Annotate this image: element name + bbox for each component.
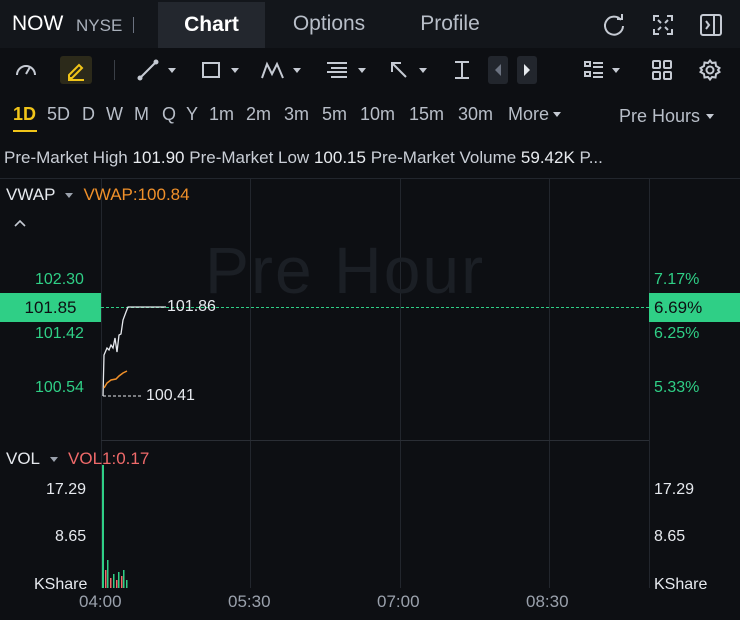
session-label: Pre Hours	[619, 106, 701, 126]
period-30m[interactable]: 30m	[458, 104, 493, 125]
chevron-down-icon	[706, 114, 715, 119]
period-5m[interactable]: 5m	[322, 104, 347, 125]
premarket-stats: Pre-Market High 101.90 Pre-Market Low 10…	[4, 148, 740, 168]
period-15m[interactable]: 15m	[409, 104, 444, 125]
vol-unit: KShare	[654, 576, 708, 593]
tab-options[interactable]: Options	[280, 2, 378, 46]
high-value: 101.90	[132, 148, 185, 167]
time-tick: 05:30	[228, 592, 271, 611]
panel-divider	[0, 178, 740, 179]
tab-profile[interactable]: Profile	[405, 2, 495, 46]
vol-tick: 17.29	[654, 481, 695, 498]
expand-icon[interactable]	[649, 11, 677, 39]
grid-line	[549, 178, 550, 588]
pen-icon[interactable]	[60, 56, 92, 84]
period-3m[interactable]: 3m	[284, 104, 309, 125]
low-label: Pre-Market Low	[189, 148, 310, 167]
session-dropdown[interactable]: Pre Hours	[619, 106, 715, 127]
vol-tick: 8.65	[654, 528, 686, 545]
high-marker-label: 101.86	[167, 298, 216, 315]
collapse-panel-icon[interactable]	[697, 11, 725, 39]
period-d[interactable]: D	[82, 104, 95, 125]
panel-divider	[101, 440, 649, 441]
price-tick: 100.54	[35, 379, 84, 396]
volume-bars	[102, 465, 128, 588]
drawing-toolbar	[0, 48, 740, 92]
line-tool-icon[interactable]	[134, 56, 178, 84]
divider	[133, 17, 134, 33]
more-periods-dropdown[interactable]: More	[508, 104, 562, 125]
chevron-down-icon	[65, 192, 74, 198]
layout-list-icon[interactable]	[578, 56, 624, 84]
pct-tick: 7.17%	[654, 271, 700, 288]
grid-icon[interactable]	[648, 56, 676, 84]
period-y[interactable]: Y	[186, 104, 198, 125]
current-price-badge: 101.85	[0, 293, 101, 322]
period-m[interactable]: M	[134, 104, 149, 125]
period-1m[interactable]: 1m	[209, 104, 234, 125]
period-1d[interactable]: 1D	[13, 104, 36, 125]
rectangle-tool-icon[interactable]	[196, 56, 242, 84]
time-tick: 07:00	[377, 592, 420, 611]
pattern-tool-icon[interactable]	[256, 56, 304, 84]
time-tick: 04:00	[79, 592, 122, 611]
tab-chart[interactable]: Chart	[158, 2, 265, 48]
period-w[interactable]: W	[106, 104, 123, 125]
vwap-indicator-header[interactable]: VWAP VWAP:100.84	[6, 185, 190, 205]
price-tick: 102.30	[35, 271, 84, 288]
vol-tick: 17.29	[46, 481, 87, 498]
truncated-text: P...	[579, 148, 603, 167]
grid-line	[649, 178, 650, 588]
volume-value: 59.42K	[520, 148, 575, 167]
refresh-icon[interactable]	[600, 11, 628, 39]
arrow-tool-icon[interactable]	[384, 56, 430, 84]
pct-tick: 5.33%	[654, 379, 700, 396]
indicator-name: VWAP	[6, 185, 56, 204]
chevron-down-icon	[50, 456, 59, 462]
period-2m[interactable]: 2m	[246, 104, 271, 125]
volume-label: Pre-Market Volume	[370, 148, 517, 167]
ticker-symbol: NOW	[12, 12, 64, 35]
vwap-value: VWAP:100.84	[83, 185, 190, 204]
low-value: 100.15	[313, 148, 366, 167]
period-5d[interactable]: 5D	[47, 104, 70, 125]
current-pct-badge: 6.69%	[649, 293, 740, 322]
more-label: More	[508, 104, 550, 124]
high-label: Pre-Market High	[4, 148, 128, 167]
vol-tick: 8.65	[55, 528, 87, 545]
settings-icon[interactable]	[696, 56, 724, 84]
vertical-line-icon[interactable]	[448, 56, 476, 84]
fib-tool-icon[interactable]	[322, 56, 368, 84]
divider	[114, 60, 115, 80]
next-icon[interactable]	[517, 56, 537, 84]
indicator-name: VOL	[6, 449, 41, 468]
collapse-icon[interactable]	[12, 216, 28, 230]
time-tick: 08:30	[526, 592, 569, 611]
low-marker-label: 100.41	[146, 387, 195, 404]
period-q[interactable]: Q	[162, 104, 176, 125]
exchange-label: NYSE	[76, 16, 123, 35]
price-tick: 101.42	[35, 325, 84, 342]
active-period-indicator	[13, 130, 37, 132]
pct-tick: 6.25%	[654, 325, 700, 342]
pre-hour-watermark: Pre Hour	[205, 233, 486, 307]
gauge-icon[interactable]	[12, 56, 40, 84]
prev-icon[interactable]	[488, 56, 508, 84]
period-10m[interactable]: 10m	[360, 104, 395, 125]
chevron-down-icon	[553, 112, 562, 117]
